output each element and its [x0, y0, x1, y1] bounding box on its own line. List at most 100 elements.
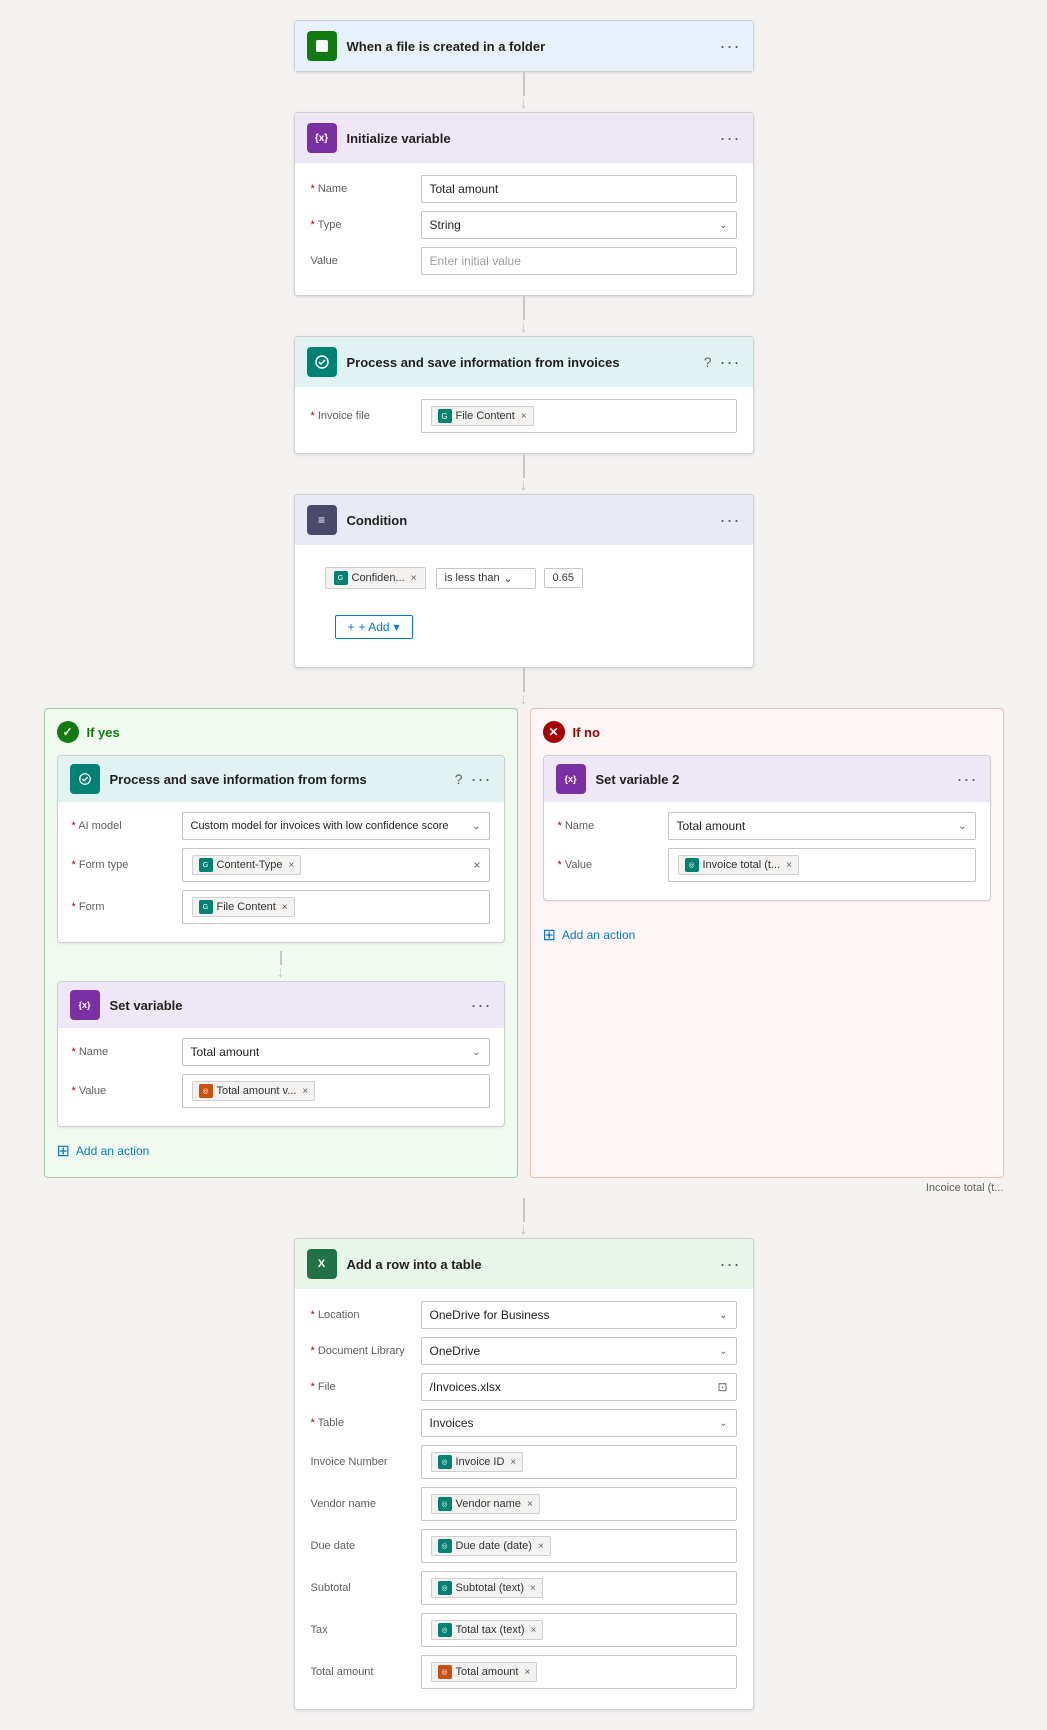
step-set-variable-more[interactable]: ··· [471, 995, 492, 1016]
field-value-row: Value Enter initial value [311, 247, 737, 275]
content-type-remove[interactable]: × [289, 860, 295, 871]
field-total-amount-row: Total amount ◎ Total amount × [311, 1655, 737, 1689]
field-tax-label: Tax [311, 1624, 421, 1636]
field-total-amount-input[interactable]: ◎ Total amount × [421, 1655, 737, 1689]
field-value-input[interactable]: Enter initial value [421, 247, 737, 275]
field-invoice-file-input[interactable]: G File Content × [421, 399, 737, 433]
step-process-forms-more[interactable]: ··· [471, 769, 492, 790]
step-set-variable-2-more[interactable]: ··· [957, 769, 978, 790]
branch-yes-add-label: Add an action [76, 1144, 149, 1158]
invoice-total-tooltip-text: Incoice total (t... [926, 1182, 1004, 1194]
field-set2-value-input[interactable]: ◎ Invoice total (t... × [668, 848, 976, 882]
field-subtotal-row: Subtotal ◎ Subtotal (text) × [311, 1571, 737, 1605]
set2-name-arrow: ⌄ [958, 821, 966, 832]
field-type-value: String [430, 218, 461, 232]
condition-operator-text: is less than [445, 572, 500, 584]
arrow-line-4 [523, 668, 525, 692]
step-process-invoices-help[interactable]: ? [704, 354, 712, 370]
step-process-invoices-header: Process and save information from invoic… [295, 337, 753, 387]
step-condition-more[interactable]: ··· [720, 510, 741, 531]
confidence-chip-remove[interactable]: × [411, 573, 417, 584]
subtotal-remove[interactable]: × [530, 1583, 536, 1594]
add-dropdown-icon: ▾ [394, 620, 400, 634]
field-set-value-label: Value [72, 1085, 182, 1097]
field-subtotal-input[interactable]: ◎ Subtotal (text) × [421, 1571, 737, 1605]
field-location-input[interactable]: OneDrive for Business ⌄ [421, 1301, 737, 1329]
field-vendor-name-input[interactable]: ◎ Vendor name × [421, 1487, 737, 1521]
field-tax-row: Tax ◎ Total tax (text) × [311, 1613, 737, 1647]
field-form-input[interactable]: G File Content × [182, 890, 490, 924]
condition-value[interactable]: 0.65 [544, 568, 583, 588]
branch-yes-add-icon: ⊞ [57, 1141, 70, 1161]
step-init-body: Name Total amount Type String ⌄ Value En… [295, 163, 753, 295]
step-set-variable-2-title: Set variable 2 [596, 772, 957, 787]
file-content-token-2-text: File Content [217, 901, 276, 913]
vendor-name-remove[interactable]: × [527, 1499, 533, 1510]
step-process-forms: Process and save information from forms … [57, 755, 505, 943]
tax-remove[interactable]: × [531, 1625, 537, 1636]
set-name-arrow: ⌄ [472, 1047, 480, 1058]
branch-no-icon: ✕ [543, 721, 565, 743]
file-content-token-remove[interactable]: × [521, 411, 527, 422]
field-vendor-name-label: Vendor name [311, 1498, 421, 1510]
condition-operator[interactable]: is less than ⌄ [436, 568, 536, 589]
field-set2-name-input[interactable]: Total amount ⌄ [668, 812, 976, 840]
step-trigger: S When a file is created in a folder ··· [294, 20, 754, 72]
step-init-header: {x} Initialize variable ··· [295, 113, 753, 163]
step-condition-body: G Confiden... × is less than ⌄ 0.65 + + … [295, 545, 753, 667]
form-type-clear[interactable]: × [473, 858, 480, 872]
step-process-forms-title: Process and save information from forms [110, 772, 455, 787]
field-tax-input[interactable]: ◎ Total tax (text) × [421, 1613, 737, 1647]
step-init-more[interactable]: ··· [720, 128, 741, 149]
add-condition-button[interactable]: + + Add ▾ [335, 615, 413, 639]
step-process-invoices-title: Process and save information from invoic… [347, 355, 704, 370]
invoice-id-remove[interactable]: × [510, 1457, 516, 1468]
arrow-line-5 [523, 1198, 525, 1222]
field-doc-library-input[interactable]: OneDrive ⌄ [421, 1337, 737, 1365]
step-process-invoices-body: Invoice file G File Content × [295, 387, 753, 453]
vendor-name-icon: ◎ [438, 1497, 452, 1511]
step-process-invoices-more[interactable]: ··· [720, 352, 741, 373]
field-name-input[interactable]: Total amount [421, 175, 737, 203]
field-type-input[interactable]: String ⌄ [421, 211, 737, 239]
field-ai-model-row: AI model Custom model for invoices with … [72, 812, 490, 840]
total-amount-final-text: Total amount [456, 1666, 519, 1678]
subtotal-text: Subtotal (text) [456, 1582, 524, 1594]
field-doc-library-label: Document Library [311, 1345, 421, 1357]
total-amount-token-remove[interactable]: × [302, 1086, 308, 1097]
condition-icon: ≡ [307, 505, 337, 535]
field-ai-model-input[interactable]: Custom model for invoices with low confi… [182, 812, 490, 840]
branch-no-add-action[interactable]: ⊞ Add an action [543, 921, 991, 949]
field-due-date-input[interactable]: ◎ Due date (date) × [421, 1529, 737, 1563]
subtotal-token: ◎ Subtotal (text) × [431, 1578, 543, 1598]
step-process-forms-help[interactable]: ? [455, 771, 463, 787]
field-due-date-row: Due date ◎ Due date (date) × [311, 1529, 737, 1563]
step-add-row-more[interactable]: ··· [720, 1254, 741, 1275]
file-browse-icon[interactable]: ⊡ [717, 1380, 727, 1394]
step-process-forms-header: Process and save information from forms … [58, 756, 504, 802]
field-set-name-input[interactable]: Total amount ⌄ [182, 1038, 490, 1066]
type-dropdown-arrow: ⌄ [719, 220, 727, 231]
total-amount-final-remove[interactable]: × [524, 1667, 530, 1678]
branch-no-add-label: Add an action [562, 928, 635, 942]
file-content-token: G File Content × [431, 406, 534, 426]
field-form-type-input[interactable]: G Content-Type × × [182, 848, 490, 882]
step-trigger-more[interactable]: ··· [720, 36, 741, 57]
field-file-input[interactable]: /Invoices.xlsx ⊡ [421, 1373, 737, 1401]
due-date-remove[interactable]: × [538, 1541, 544, 1552]
arrow-head-2: ↓ [520, 320, 528, 336]
file-content-token-2-remove[interactable]: × [282, 902, 288, 913]
set-variable-icon: {x} [70, 990, 100, 1020]
field-set-value-input[interactable]: ◎ Total amount v... × [182, 1074, 490, 1108]
add-row-icon: X [307, 1249, 337, 1279]
field-file-row: File /Invoices.xlsx ⊡ [311, 1373, 737, 1401]
arrow-3: ↓ [520, 454, 528, 494]
branch-yes-arrow: ↓ [57, 951, 505, 981]
invoice-total-token-remove[interactable]: × [786, 860, 792, 871]
branch-yes-arrow-head: ↓ [277, 965, 285, 981]
condition-row: G Confiden... × is less than ⌄ 0.65 [311, 557, 737, 599]
field-invoice-number-input[interactable]: ◎ Invoice ID × [421, 1445, 737, 1479]
tax-text: Total tax (text) [456, 1624, 525, 1636]
branch-yes-add-action[interactable]: ⊞ Add an action [57, 1137, 505, 1165]
field-table-input[interactable]: Invoices ⌄ [421, 1409, 737, 1437]
